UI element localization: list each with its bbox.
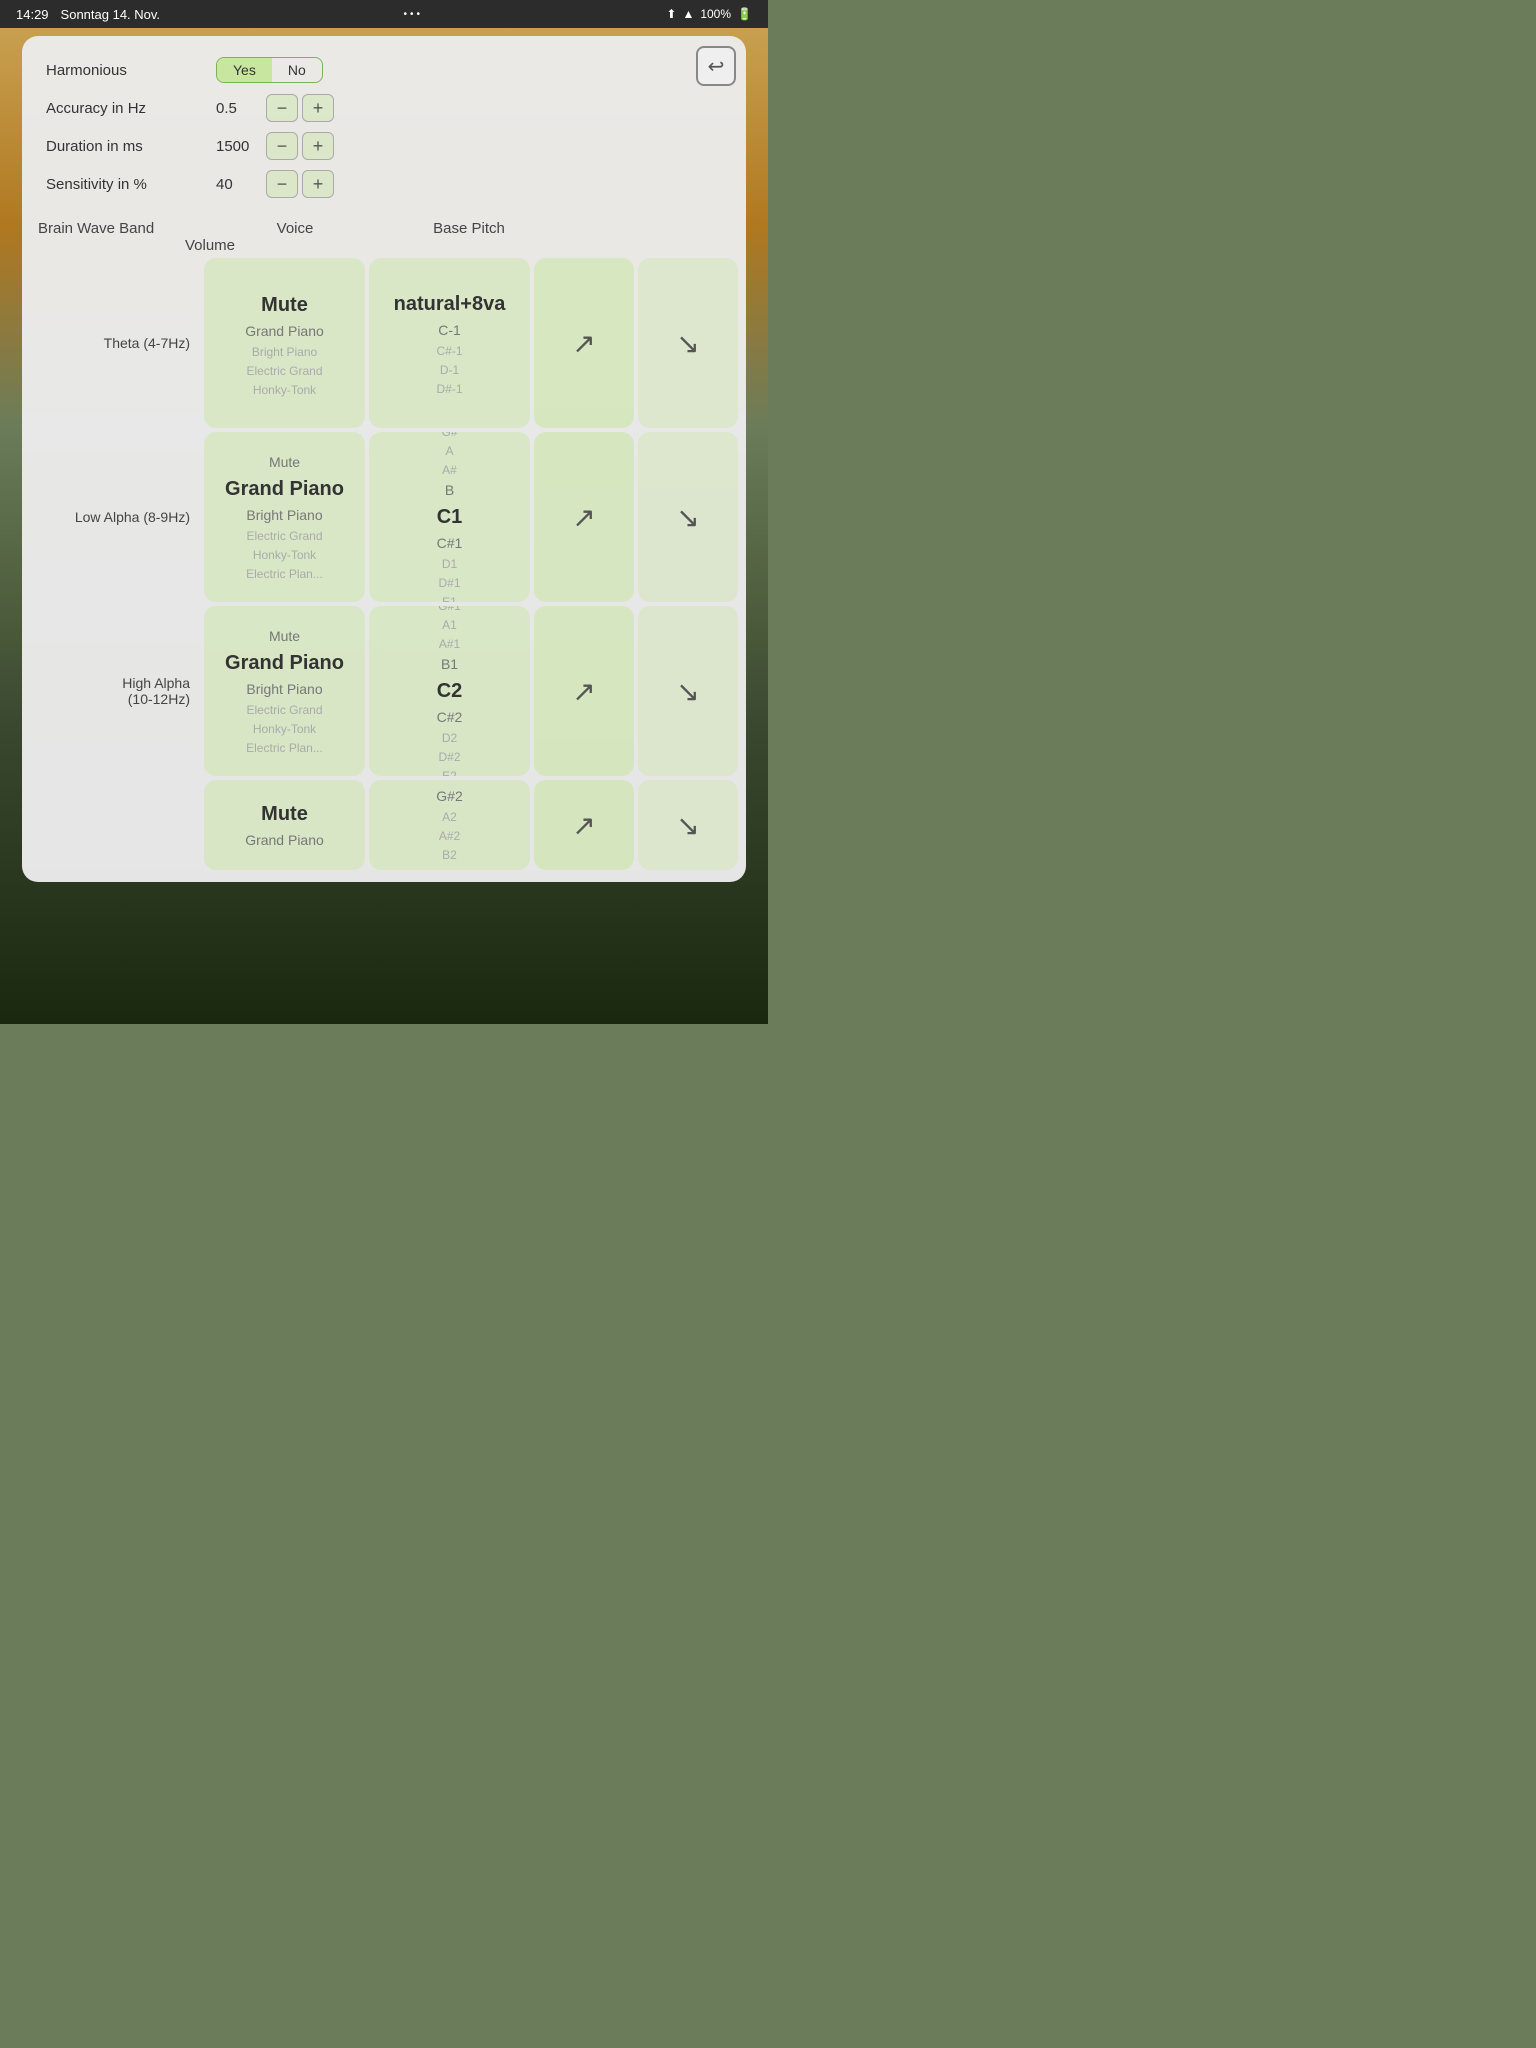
sensitivity-minus[interactable]: − [266, 170, 298, 198]
wifi-icon: ▲ [682, 7, 694, 21]
duration-row: Duration in ms 1500 − + [46, 130, 722, 162]
duration-minus[interactable]: − [266, 132, 298, 160]
pitch-picker-2[interactable]: G#1A1A#1B1C2C#2D2D#2E2 [369, 606, 530, 776]
header-volume: Volume [38, 237, 382, 254]
band-row: Low Alpha (8-9Hz)MuteGrand PianoBright P… [30, 432, 738, 602]
header-voice: Voice [208, 220, 382, 237]
accuracy-row: Accuracy in Hz 0.5 − + [46, 92, 722, 124]
harmonious-row: Harmonious Yes No [46, 54, 722, 86]
volume-up-1[interactable]: ↗ [534, 432, 634, 602]
pitch-picker-1[interactable]: G#AA#BC1C#1D1D#1E1 [369, 432, 530, 602]
band-label-0: Theta (4-7Hz) [30, 258, 200, 428]
sensitivity-row: Sensitivity in % 40 − + [46, 168, 722, 200]
accuracy-stepper: − + [266, 94, 334, 122]
no-button[interactable]: No [272, 58, 322, 82]
band-label-1: Low Alpha (8-9Hz) [30, 432, 200, 602]
accuracy-value: 0.5 [216, 100, 266, 117]
status-date: Sonntag 14. Nov. [61, 7, 161, 22]
bands-container: Theta (4-7Hz)MuteGrand PianoBright Piano… [22, 258, 746, 870]
column-headers: Brain Wave Band Voice Base Pitch Volume [30, 216, 738, 258]
back-button[interactable]: ↩ [696, 46, 736, 86]
sensitivity-value: 40 [216, 176, 266, 193]
band-label-3 [30, 780, 200, 870]
band-row: Theta (4-7Hz)MuteGrand PianoBright Piano… [30, 258, 738, 428]
location-icon: ⬆ [666, 7, 676, 21]
volume-down-0[interactable]: ↘ [638, 258, 738, 428]
settings-section: Harmonious Yes No Accuracy in Hz 0.5 − +… [22, 36, 746, 216]
volume-up-2[interactable]: ↗ [534, 606, 634, 776]
sensitivity-label: Sensitivity in % [46, 176, 216, 193]
harmonious-label: Harmonious [46, 62, 216, 79]
modal-dialog: ↩ Harmonious Yes No Accuracy in Hz 0.5 −… [22, 36, 746, 882]
pitch-picker-0[interactable]: natural+8vaC-1C#-1D-1D#-1 [369, 258, 530, 428]
band-label-2: High Alpha (10-12Hz) [30, 606, 200, 776]
voice-picker-2[interactable]: MuteGrand PianoBright PianoElectric Gran… [204, 606, 365, 776]
header-band: Brain Wave Band [38, 220, 208, 237]
duration-plus[interactable]: + [302, 132, 334, 160]
accuracy-label: Accuracy in Hz [46, 100, 216, 117]
status-right: ⬆ ▲ 100% 🔋 [666, 7, 752, 21]
sensitivity-plus[interactable]: + [302, 170, 334, 198]
battery-text: 100% [700, 7, 731, 21]
yes-button[interactable]: Yes [217, 58, 272, 82]
status-bar: 14:29 Sonntag 14. Nov. ••• ⬆ ▲ 100% 🔋 [0, 0, 768, 28]
volume-down-2[interactable]: ↘ [638, 606, 738, 776]
status-time: 14:29 [16, 7, 49, 22]
band-row: MuteGrand PianoG#2A2A#2B2↗↘ [30, 780, 738, 870]
voice-picker-3[interactable]: MuteGrand Piano [204, 780, 365, 870]
sensitivity-stepper: − + [266, 170, 334, 198]
voice-picker-0[interactable]: MuteGrand PianoBright PianoElectric Gran… [204, 258, 365, 428]
duration-value: 1500 [216, 138, 266, 155]
band-row: High Alpha (10-12Hz)MuteGrand PianoBrigh… [30, 606, 738, 776]
battery-icon: 🔋 [737, 7, 752, 21]
harmonious-toggle[interactable]: Yes No [216, 57, 323, 83]
volume-up-3[interactable]: ↗ [534, 780, 634, 870]
volume-down-1[interactable]: ↘ [638, 432, 738, 602]
pitch-picker-3[interactable]: G#2A2A#2B2 [369, 780, 530, 870]
volume-down-3[interactable]: ↘ [638, 780, 738, 870]
duration-stepper: − + [266, 132, 334, 160]
volume-up-0[interactable]: ↗ [534, 258, 634, 428]
header-pitch: Base Pitch [382, 220, 556, 237]
duration-label: Duration in ms [46, 138, 216, 155]
dot-indicator: ••• [403, 9, 423, 20]
accuracy-plus[interactable]: + [302, 94, 334, 122]
voice-picker-1[interactable]: MuteGrand PianoBright PianoElectric Gran… [204, 432, 365, 602]
accuracy-minus[interactable]: − [266, 94, 298, 122]
